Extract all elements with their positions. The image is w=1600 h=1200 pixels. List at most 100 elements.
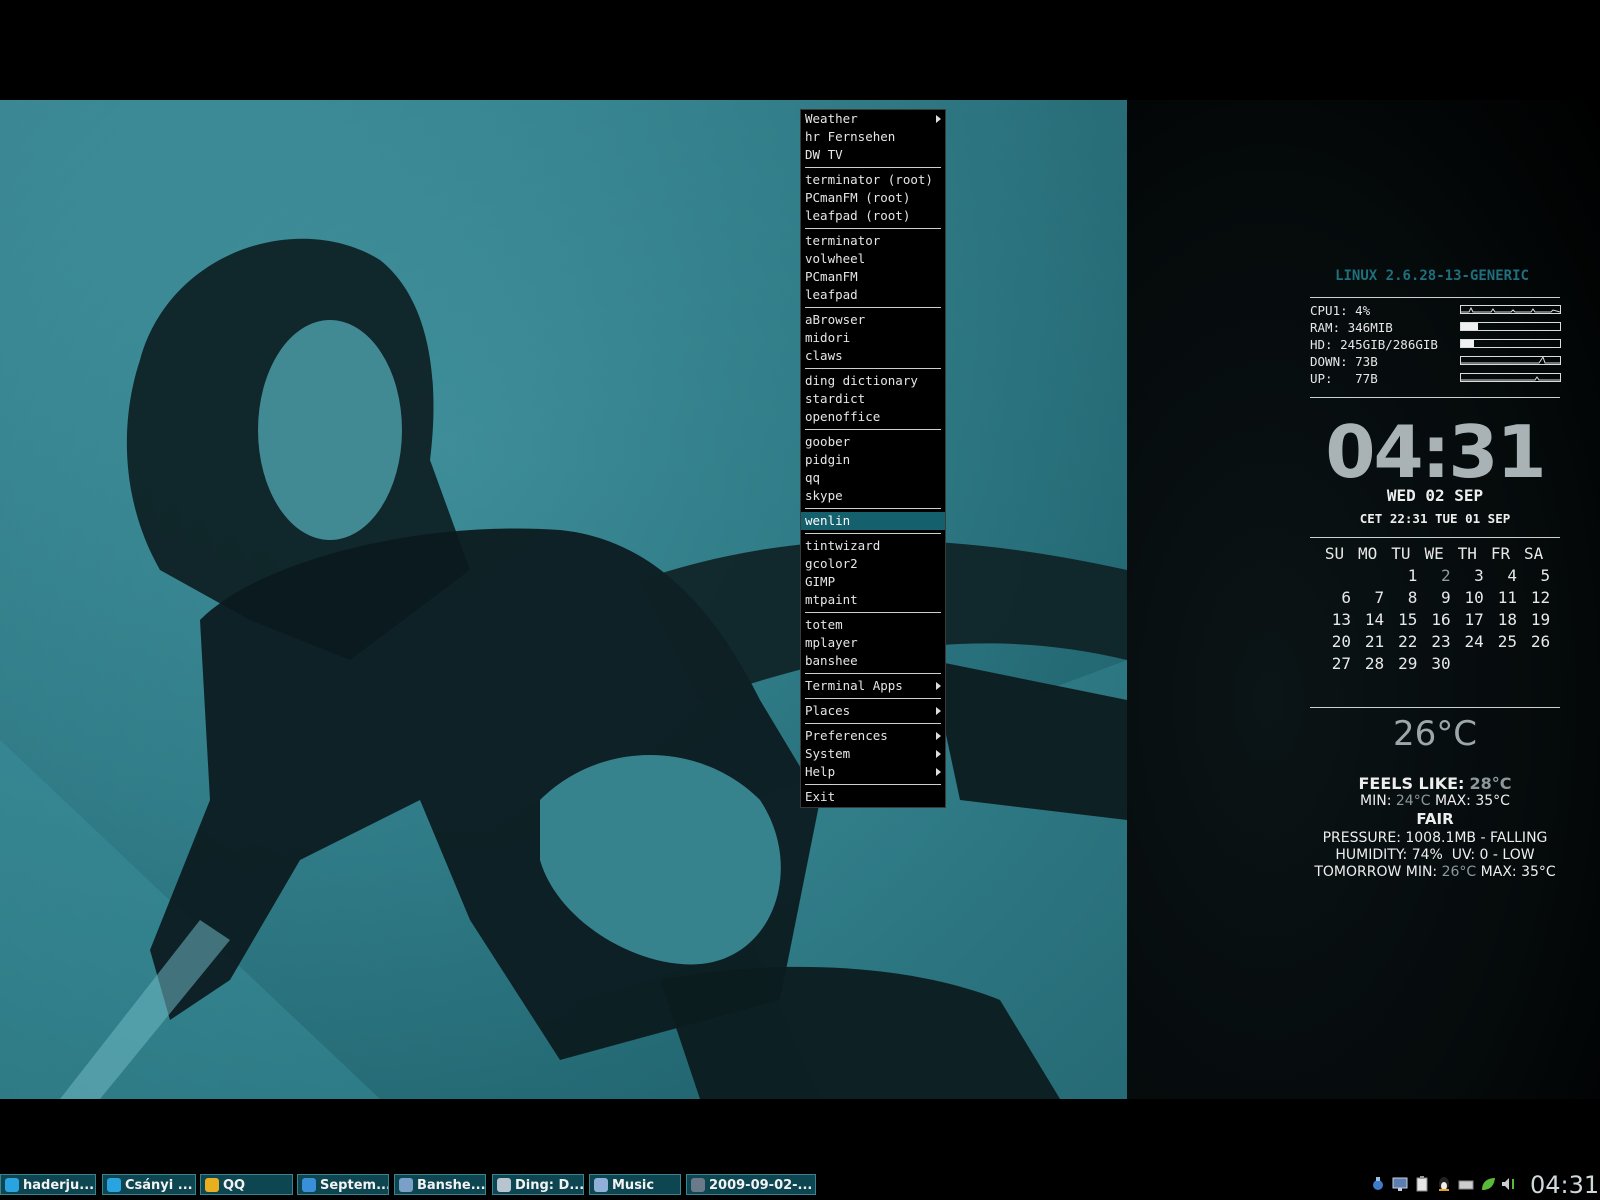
menu-item-label: mtpaint xyxy=(805,592,858,607)
network-icon[interactable] xyxy=(1370,1176,1386,1192)
qq-tray-icon[interactable] xyxy=(1436,1176,1452,1192)
taskbar-button[interactable]: Banshe... xyxy=(394,1174,486,1195)
menu-item-exit[interactable]: Exit xyxy=(801,788,945,806)
menu-item-gcolor2[interactable]: gcolor2 xyxy=(801,555,945,573)
hd-label: HD: 245GIB/286GIB xyxy=(1310,337,1438,352)
ram-label: RAM: 346MIB xyxy=(1310,320,1393,335)
taskbar-button-label: QQ xyxy=(223,1178,246,1193)
conky-date: WED 02 SEP xyxy=(1386,486,1484,505)
menu-item-dw-tv[interactable]: DW TV xyxy=(801,146,945,164)
menu-item-label: qq xyxy=(805,470,821,485)
menu-item-pcmanfm-root[interactable]: PCmanFM (root) xyxy=(801,189,945,207)
menu-item-leafpad[interactable]: leafpad xyxy=(801,286,945,304)
taskbar-button-label: Music xyxy=(612,1178,655,1193)
menu-item-mtpaint[interactable]: mtpaint xyxy=(801,591,945,609)
menu-item-label: openoffice xyxy=(805,409,881,424)
display-icon[interactable] xyxy=(1392,1176,1408,1192)
menu-separator xyxy=(805,698,941,699)
volume-icon[interactable] xyxy=(1500,1176,1516,1192)
menu-item-label: midori xyxy=(805,330,851,345)
menu-item-preferences[interactable]: Preferences xyxy=(801,727,945,745)
conky-clock: 04:31 xyxy=(1325,410,1546,494)
root-menu[interactable]: Weather hr Fernsehen DW TV terminator (root… xyxy=(800,109,946,808)
menu-separator xyxy=(805,228,941,229)
menu-item-midori[interactable]: midori xyxy=(801,329,945,347)
menu-item-help[interactable]: Help xyxy=(801,763,945,781)
divider xyxy=(1310,707,1560,708)
calendar-date: 6 xyxy=(1341,588,1351,607)
menu-item-terminal-apps[interactable]: Terminal Apps xyxy=(801,677,945,695)
feels-like-value: 28°C xyxy=(1469,774,1512,793)
menu-item-places[interactable]: Places xyxy=(801,702,945,720)
taskbar-button-label: Septem... xyxy=(320,1178,389,1193)
taskbar-button[interactable]: 2009-09-02-... xyxy=(686,1174,816,1195)
wallpaper-photo xyxy=(0,100,1127,1099)
divider xyxy=(1310,297,1560,298)
taskbar-button[interactable]: Septem... xyxy=(297,1174,389,1195)
calendar-header: SU MO TU WE TH FR SA xyxy=(1318,544,1554,566)
menu-item-label: hr Fernsehen xyxy=(805,129,896,144)
menu-item-label: leafpad (root) xyxy=(805,208,911,223)
image-viewer-icon xyxy=(691,1178,705,1192)
menu-item-label: tintwizard xyxy=(805,538,881,553)
menu-item-stardict[interactable]: stardict xyxy=(801,390,945,408)
max-label: MAX: xyxy=(1434,793,1471,809)
menu-separator xyxy=(805,723,941,724)
menu-item-totem[interactable]: totem xyxy=(801,616,945,634)
qq-penguin-icon xyxy=(205,1178,219,1192)
submenu-arrow-icon xyxy=(936,682,941,690)
calendar-day-header: SU xyxy=(1324,544,1345,563)
menu-item-tintwizard[interactable]: tintwizard xyxy=(801,537,945,555)
taskbar-button[interactable]: Csányi ... xyxy=(102,1174,196,1195)
menu-item-weather[interactable]: Weather xyxy=(801,110,945,128)
calendar-date: 30 xyxy=(1431,654,1451,673)
menu-item-terminator[interactable]: terminator xyxy=(801,232,945,250)
taskbar-button-label: haderju... xyxy=(23,1178,95,1193)
menu-item-label: PCmanFM xyxy=(805,269,858,284)
taskbar-button[interactable]: haderju... xyxy=(0,1174,96,1195)
taskbar-button[interactable]: Ding: D... xyxy=(492,1174,584,1195)
calendar-date: 25 xyxy=(1497,632,1517,651)
menu-item-system[interactable]: System xyxy=(801,745,945,763)
menu-item-qq[interactable]: qq xyxy=(801,469,945,487)
clipboard-icon[interactable] xyxy=(1414,1176,1430,1192)
calendar-day-header: FR xyxy=(1490,544,1511,563)
calendar-date: 18 xyxy=(1497,610,1517,629)
calendar-date: 17 xyxy=(1464,610,1484,629)
battery-leaf-icon[interactable] xyxy=(1480,1176,1496,1192)
menu-item-gimp[interactable]: GIMP xyxy=(801,573,945,591)
keyboard-icon[interactable] xyxy=(1458,1176,1474,1192)
menu-item-banshee[interactable]: banshee xyxy=(801,652,945,670)
menu-item-leafpad-root[interactable]: leafpad (root) xyxy=(801,207,945,225)
calendar-day-header: TU xyxy=(1391,544,1411,563)
menu-item-pidgin[interactable]: pidgin xyxy=(801,451,945,469)
pressure-line: PRESSURE: 1008.1MB - FALLING xyxy=(1322,830,1548,846)
menu-item-volwheel[interactable]: volwheel xyxy=(801,250,945,268)
skype-icon xyxy=(107,1178,121,1192)
taskbar-button[interactable]: Music xyxy=(589,1174,681,1195)
menu-item-skype[interactable]: skype xyxy=(801,487,945,505)
menu-item-abrowser[interactable]: aBrowser xyxy=(801,311,945,329)
menu-item-hr-fernsehen[interactable]: hr Fernsehen xyxy=(801,128,945,146)
menu-item-mplayer[interactable]: mplayer xyxy=(801,634,945,652)
menu-item-terminator-root[interactable]: terminator (root) xyxy=(801,171,945,189)
menu-item-ding-dictionary[interactable]: ding dictionary xyxy=(801,372,945,390)
cpu-label: CPU1: 4% xyxy=(1310,303,1371,318)
menu-item-openoffice[interactable]: openoffice xyxy=(801,408,945,426)
menu-item-label: ding dictionary xyxy=(805,373,918,388)
tomorrow-line: TOMORROW MIN: 26°C MAX: 35°C xyxy=(1300,864,1570,880)
menu-item-pcmanfm[interactable]: PCmanFM xyxy=(801,268,945,286)
min-max-line: MIN: 24°C MAX: 35°C xyxy=(1300,793,1570,809)
menu-item-wenlin[interactable]: wenlin xyxy=(801,512,945,530)
menu-item-claws[interactable]: claws xyxy=(801,347,945,365)
up-label: UP: 77B xyxy=(1310,371,1378,386)
window-icon xyxy=(497,1178,511,1192)
menu-item-label: Help xyxy=(805,764,836,779)
calendar-week: 13 14 15 16 17 18 19 xyxy=(1318,610,1554,632)
calendar-day-header: WE xyxy=(1424,544,1444,563)
kernel-version: LINUX 2.6.28-13-GENERIC xyxy=(1335,268,1529,284)
tray-clock[interactable]: 04:31 xyxy=(1530,1170,1599,1200)
menu-item-goober[interactable]: goober xyxy=(801,433,945,451)
taskbar-button[interactable]: QQ xyxy=(200,1174,293,1195)
taskbar-button-label: 2009-09-02-... xyxy=(709,1178,813,1193)
